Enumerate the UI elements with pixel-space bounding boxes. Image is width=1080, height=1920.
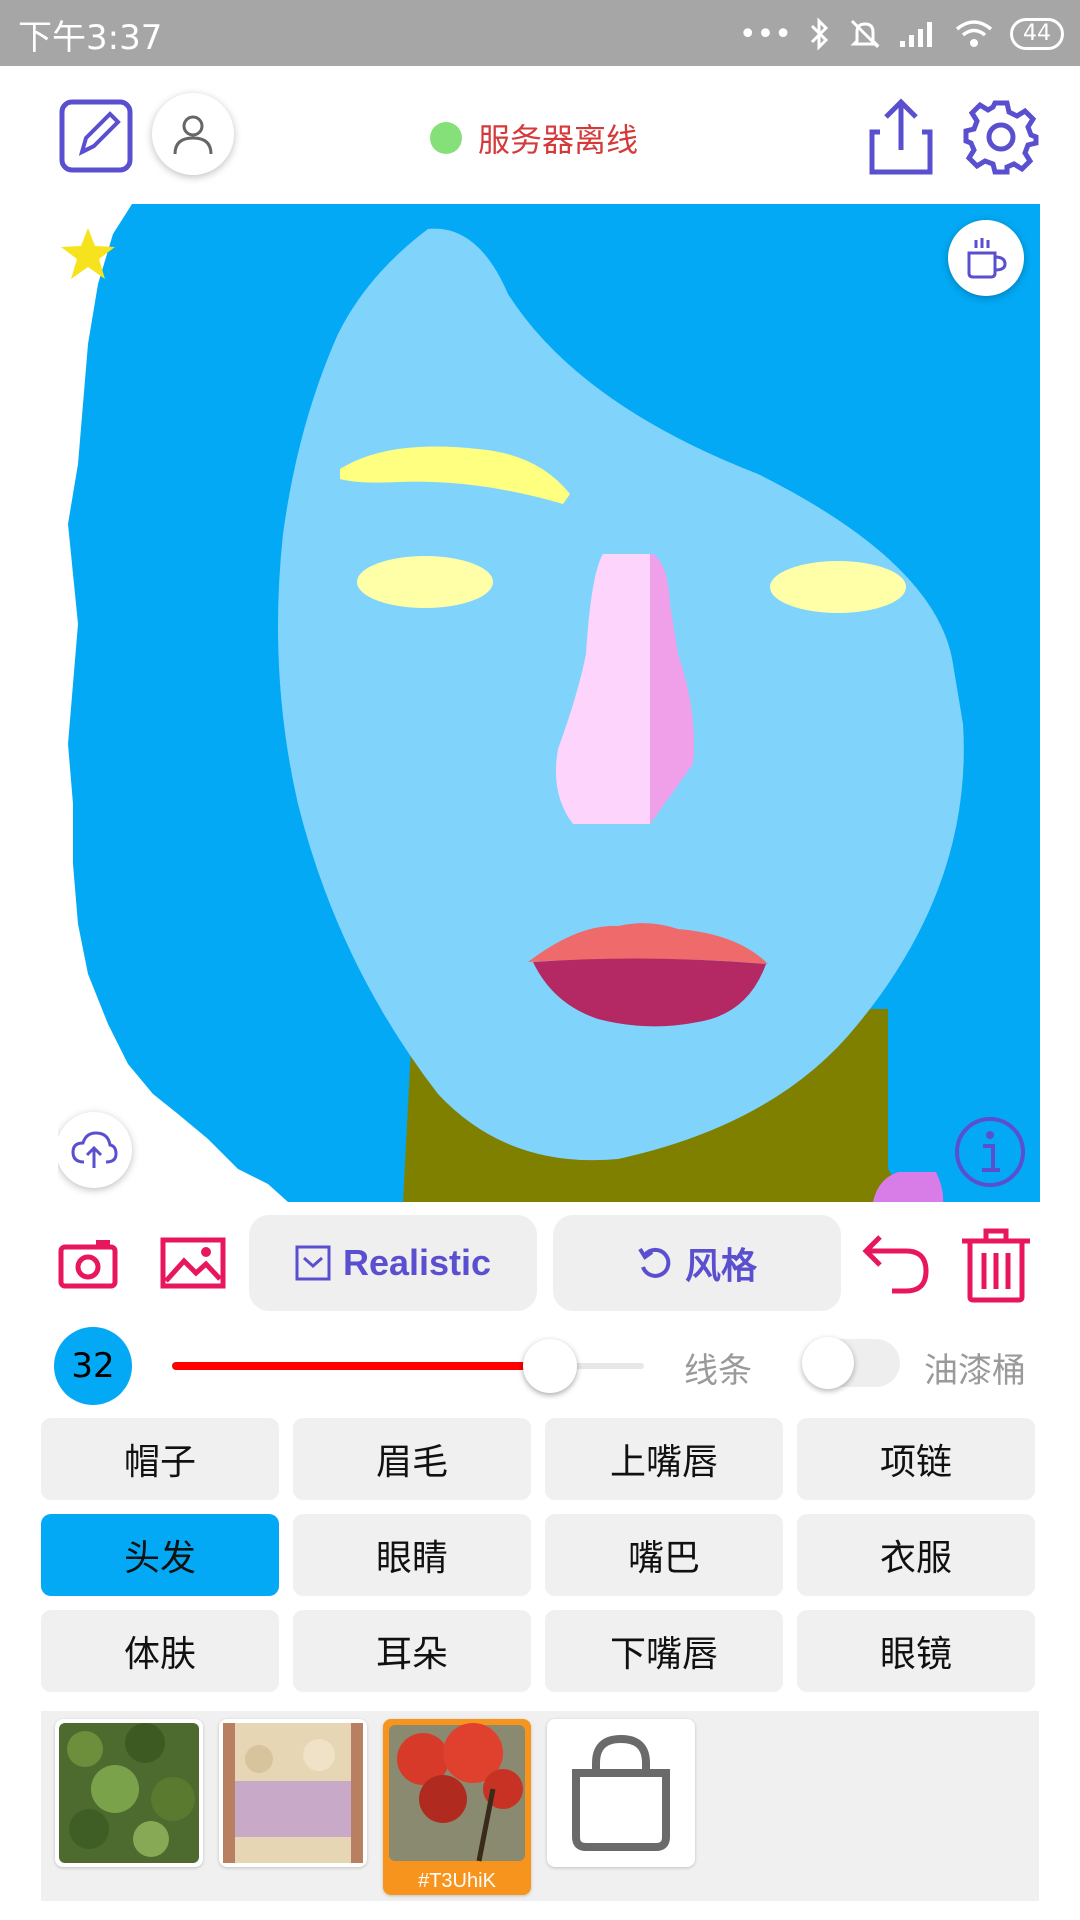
wifi-icon [955,20,993,47]
slider-thumb[interactable] [522,1339,577,1393]
greenery-texture [59,1723,199,1863]
model-selector-button[interactable]: Realistic [249,1215,537,1311]
user-avatar-button[interactable] [152,93,234,175]
brush-size-slider[interactable] [172,1339,644,1393]
line-mode-label: 线条 [684,1351,752,1391]
undo-icon[interactable] [862,1231,930,1297]
red-tree-texture [389,1723,525,1862]
slider-fill [172,1362,550,1370]
trash-icon[interactable] [960,1227,1032,1303]
camera-icon[interactable] [58,1237,118,1289]
category-button[interactable]: 眼睛 [293,1514,531,1596]
cloud-upload-button[interactable] [58,1112,132,1188]
category-button[interactable]: 上嘴唇 [545,1418,783,1500]
info-icon[interactable] [952,1114,1028,1194]
signal-icon [900,22,932,47]
more-icon: ••• [738,16,792,52]
mute-bell-icon [850,19,880,49]
style-thumbnail-selected[interactable]: #T3UhiK [383,1719,531,1895]
category-button[interactable]: 下嘴唇 [545,1610,783,1692]
checkbox-icon [295,1245,331,1281]
style-button-label: 风格 [684,1245,757,1286]
category-button[interactable]: 帽子 [41,1418,279,1500]
style-thumbnail-strip: #T3UhiK [41,1711,1039,1901]
image-gallery-icon[interactable] [160,1237,226,1289]
status-time: 下午3:37 [18,18,163,58]
tool-row: Realistic 风格 [0,1215,1080,1311]
category-button[interactable]: 嘴巴 [545,1514,783,1596]
coffee-cup-button[interactable] [948,220,1024,296]
paint-bucket-label: 油漆桶 [924,1351,1026,1391]
user-icon [173,115,213,155]
star-icon[interactable] [58,226,118,286]
lace-texture [223,1723,363,1863]
battery-indicator: 44 [1010,18,1064,50]
bluetooth-icon [810,17,829,51]
style-button[interactable]: 风格 [553,1215,841,1311]
edit-icon[interactable] [58,98,134,174]
category-button[interactable]: 体肤 [41,1610,279,1692]
category-button[interactable]: 衣服 [797,1514,1035,1596]
server-status: 服务器离线 [430,115,638,161]
drawing-artwork [68,204,1040,1202]
model-selector-label: Realistic [342,1242,492,1283]
category-button[interactable]: 眉毛 [293,1418,531,1500]
shopping-bag-icon [572,1734,670,1851]
share-icon[interactable] [866,98,936,176]
status-icons: ••• 44 [739,12,1064,56]
category-button[interactable]: 头发 [41,1514,279,1596]
drawing-canvas[interactable] [58,204,1040,1202]
style-thumbnail[interactable] [219,1719,367,1867]
brush-controls: 32 线条 油漆桶 [0,1325,1080,1405]
settings-gear-icon[interactable] [962,98,1040,176]
server-status-dot [430,122,462,154]
brush-size-badge: 32 [54,1327,132,1405]
cloud-upload-icon [71,1131,118,1168]
category-button[interactable]: 眼镜 [797,1610,1035,1692]
coffee-cup-icon [967,238,1007,279]
status-bar: 下午3:37 ••• 44 [0,0,1080,66]
style-thumbnail[interactable] [55,1719,203,1867]
category-button[interactable]: 耳朵 [293,1610,531,1692]
category-button[interactable]: 项链 [797,1418,1035,1500]
rotate-icon [638,1247,671,1278]
style-code-label: #T3UhiK [418,1870,496,1892]
paint-bucket-toggle[interactable] [802,1337,900,1389]
style-store-button[interactable] [547,1719,695,1867]
server-status-text: 服务器离线 [478,121,639,159]
toggle-knob [802,1337,854,1389]
